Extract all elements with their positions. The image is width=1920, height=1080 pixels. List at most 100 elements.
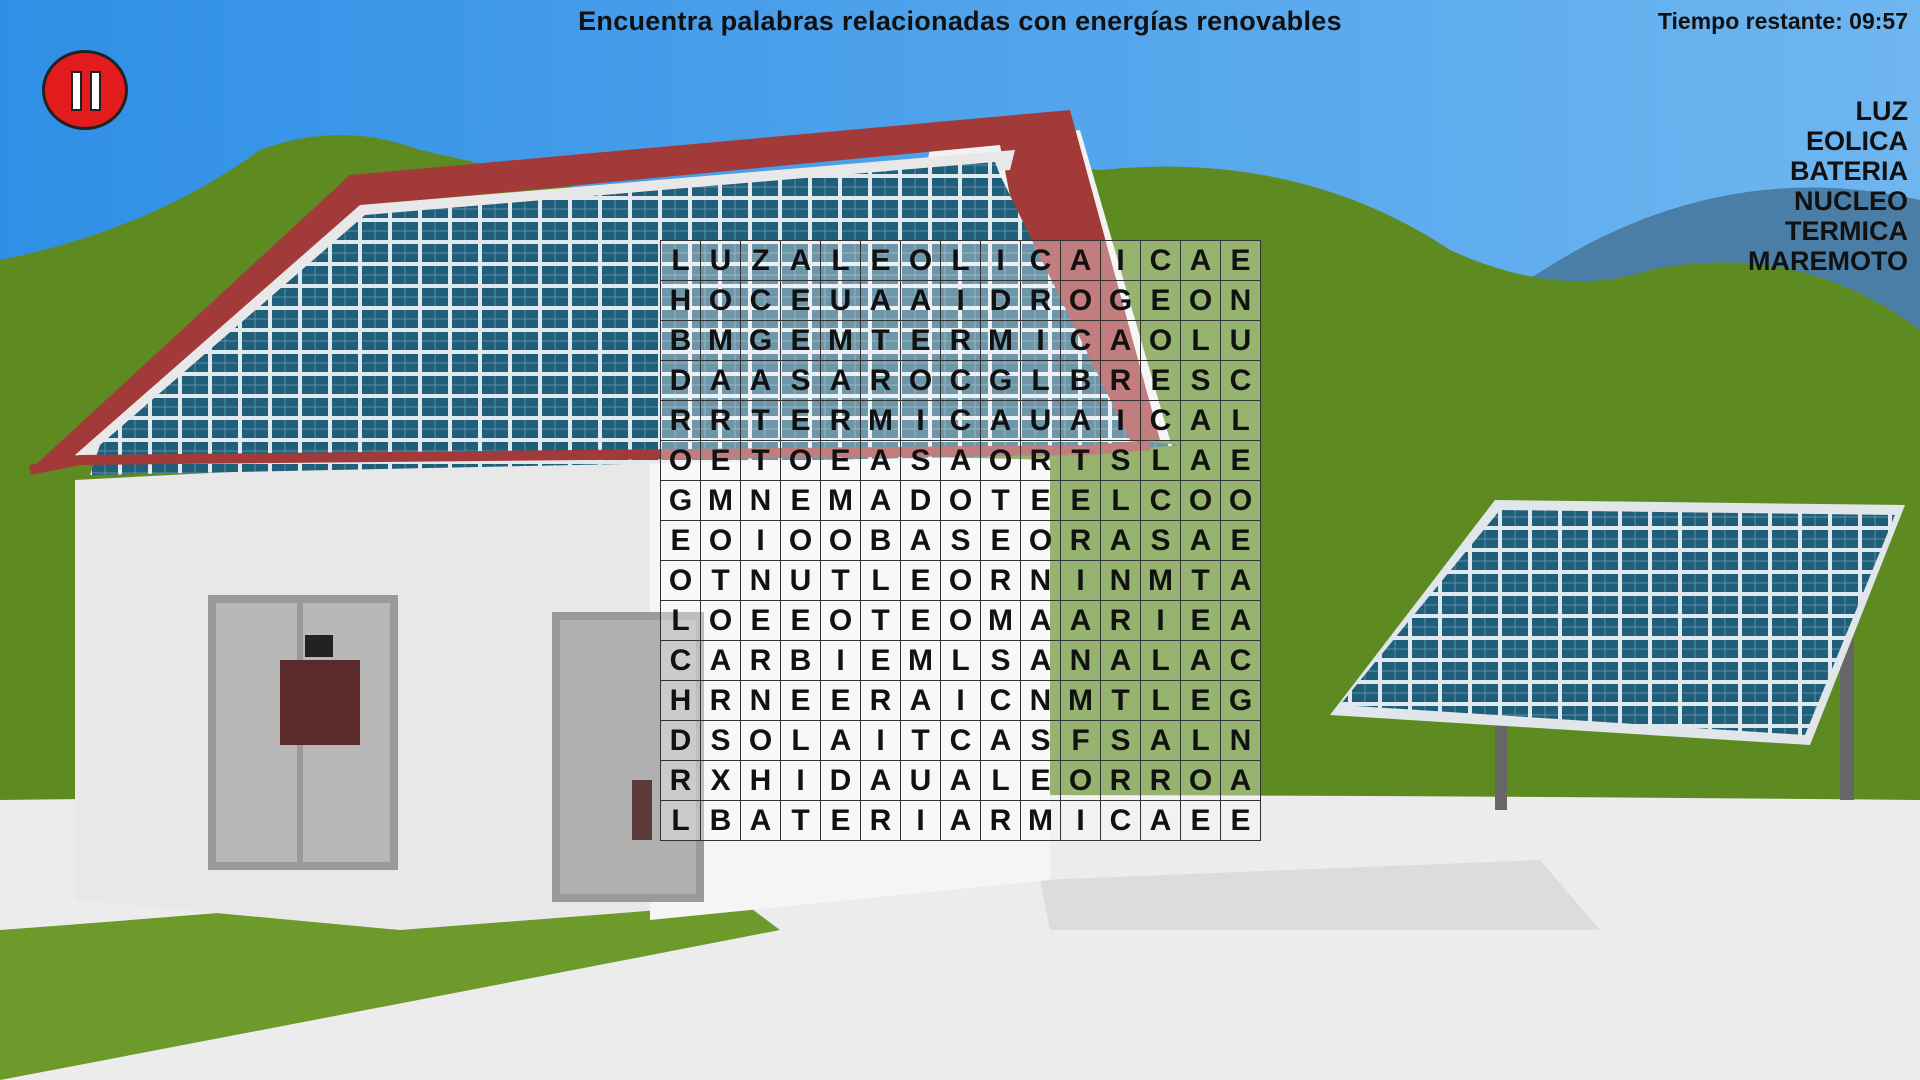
grid-cell[interactable]: A <box>1181 521 1221 561</box>
grid-cell[interactable]: H <box>741 761 781 801</box>
grid-cell[interactable]: L <box>981 761 1021 801</box>
grid-cell[interactable]: A <box>861 441 901 481</box>
grid-cell[interactable]: H <box>661 681 701 721</box>
grid-cell[interactable]: S <box>981 641 1021 681</box>
grid-cell[interactable]: M <box>981 321 1021 361</box>
grid-cell[interactable]: E <box>1181 681 1221 721</box>
grid-cell[interactable]: I <box>781 761 821 801</box>
grid-cell[interactable]: S <box>1141 521 1181 561</box>
grid-cell[interactable]: E <box>781 481 821 521</box>
grid-cell[interactable]: N <box>1221 281 1261 321</box>
grid-cell[interactable]: E <box>981 521 1021 561</box>
grid-cell[interactable]: B <box>781 641 821 681</box>
grid-cell[interactable]: C <box>661 641 701 681</box>
grid-cell[interactable]: I <box>821 641 861 681</box>
grid-cell[interactable]: A <box>1181 441 1221 481</box>
grid-cell[interactable]: T <box>861 601 901 641</box>
grid-cell[interactable]: R <box>941 321 981 361</box>
grid-cell[interactable]: E <box>781 401 821 441</box>
grid-cell[interactable]: O <box>901 361 941 401</box>
grid-cell[interactable]: R <box>741 641 781 681</box>
grid-cell[interactable]: S <box>781 361 821 401</box>
grid-cell[interactable]: R <box>701 681 741 721</box>
grid-cell[interactable]: L <box>941 241 981 281</box>
grid-cell[interactable]: G <box>741 321 781 361</box>
grid-cell[interactable]: S <box>1101 441 1141 481</box>
grid-cell[interactable]: O <box>941 561 981 601</box>
grid-cell[interactable]: O <box>781 441 821 481</box>
grid-cell[interactable]: T <box>861 321 901 361</box>
grid-cell[interactable]: N <box>741 561 781 601</box>
grid-cell[interactable]: O <box>821 521 861 561</box>
grid-cell[interactable]: D <box>661 361 701 401</box>
grid-cell[interactable]: S <box>1181 361 1221 401</box>
grid-cell[interactable]: N <box>1021 681 1061 721</box>
grid-cell[interactable]: A <box>741 361 781 401</box>
grid-cell[interactable]: E <box>1181 601 1221 641</box>
grid-cell[interactable]: I <box>981 241 1021 281</box>
grid-cell[interactable]: E <box>901 561 941 601</box>
grid-cell[interactable]: D <box>981 281 1021 321</box>
grid-cell[interactable]: L <box>1181 321 1221 361</box>
grid-cell[interactable]: A <box>1061 601 1101 641</box>
grid-cell[interactable]: I <box>1101 241 1141 281</box>
grid-cell[interactable]: C <box>941 401 981 441</box>
grid-cell[interactable]: A <box>941 801 981 841</box>
grid-cell[interactable]: U <box>1221 321 1261 361</box>
grid-cell[interactable]: R <box>861 801 901 841</box>
grid-cell[interactable]: L <box>1181 721 1221 761</box>
grid-cell[interactable]: A <box>1141 721 1181 761</box>
grid-cell[interactable]: L <box>1101 481 1141 521</box>
grid-cell[interactable]: R <box>661 761 701 801</box>
grid-cell[interactable]: U <box>821 281 861 321</box>
grid-cell[interactable]: M <box>821 481 861 521</box>
grid-cell[interactable]: C <box>741 281 781 321</box>
grid-cell[interactable]: E <box>1221 801 1261 841</box>
grid-cell[interactable]: R <box>1021 441 1061 481</box>
grid-cell[interactable]: B <box>701 801 741 841</box>
grid-cell[interactable]: T <box>741 401 781 441</box>
grid-cell[interactable]: M <box>1141 561 1181 601</box>
grid-cell[interactable]: O <box>1061 281 1101 321</box>
grid-cell[interactable]: A <box>1221 561 1261 601</box>
grid-cell[interactable]: A <box>1141 801 1181 841</box>
grid-cell[interactable]: A <box>861 481 901 521</box>
grid-cell[interactable]: R <box>1101 361 1141 401</box>
grid-cell[interactable]: Z <box>741 241 781 281</box>
grid-cell[interactable]: R <box>981 561 1021 601</box>
grid-cell[interactable]: R <box>981 801 1021 841</box>
grid-cell[interactable]: A <box>981 721 1021 761</box>
grid-cell[interactable]: L <box>1141 681 1181 721</box>
grid-cell[interactable]: I <box>901 801 941 841</box>
grid-cell[interactable]: E <box>1221 241 1261 281</box>
grid-cell[interactable]: E <box>1021 761 1061 801</box>
grid-cell[interactable]: A <box>941 761 981 801</box>
grid-cell[interactable]: G <box>1101 281 1141 321</box>
grid-cell[interactable]: T <box>1101 681 1141 721</box>
pause-button[interactable] <box>42 50 128 130</box>
grid-cell[interactable]: L <box>661 601 701 641</box>
grid-cell[interactable]: A <box>1101 641 1141 681</box>
grid-cell[interactable]: A <box>1061 241 1101 281</box>
grid-cell[interactable]: I <box>1141 601 1181 641</box>
grid-cell[interactable]: A <box>901 281 941 321</box>
grid-cell[interactable]: R <box>821 401 861 441</box>
grid-cell[interactable]: S <box>1101 721 1141 761</box>
grid-cell[interactable]: E <box>701 441 741 481</box>
grid-cell[interactable]: A <box>1221 601 1261 641</box>
grid-cell[interactable]: F <box>1061 721 1101 761</box>
grid-cell[interactable]: R <box>1101 761 1141 801</box>
grid-cell[interactable]: R <box>661 401 701 441</box>
grid-cell[interactable]: O <box>821 601 861 641</box>
grid-cell[interactable]: S <box>901 441 941 481</box>
grid-cell[interactable]: E <box>821 801 861 841</box>
grid-cell[interactable]: A <box>1181 401 1221 441</box>
grid-cell[interactable]: A <box>1101 521 1141 561</box>
grid-cell[interactable]: O <box>901 241 941 281</box>
grid-cell[interactable]: M <box>821 321 861 361</box>
grid-cell[interactable]: E <box>861 641 901 681</box>
grid-cell[interactable]: O <box>701 281 741 321</box>
grid-cell[interactable]: C <box>941 361 981 401</box>
grid-cell[interactable]: A <box>901 681 941 721</box>
grid-cell[interactable]: M <box>981 601 1021 641</box>
